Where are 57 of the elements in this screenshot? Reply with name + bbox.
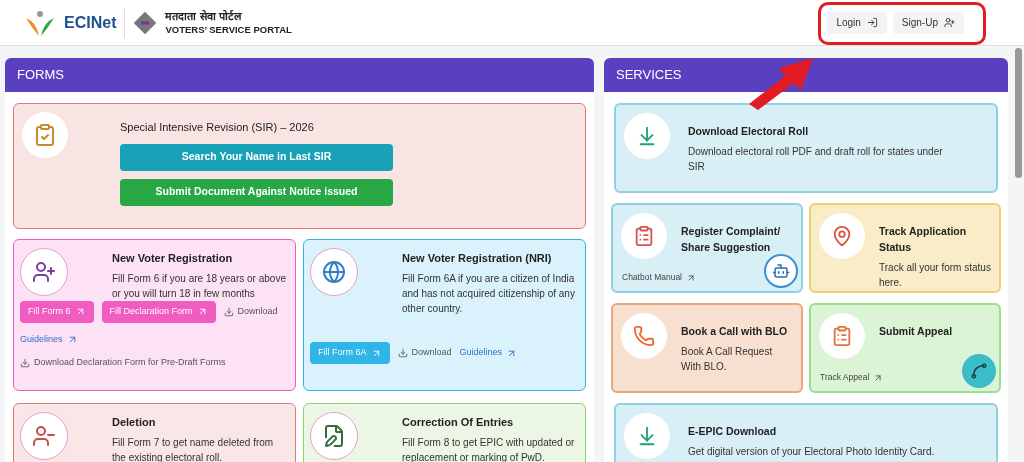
service-card[interactable]: Download Electoral Roll Download electoral roll PDF and draft roll for states under SIR xyxy=(614,103,998,193)
globe-icon xyxy=(322,260,346,284)
service-card[interactable]: Book a Call with BLO Book A Call Request With BLO. xyxy=(611,303,803,393)
panel-header: SERVICES xyxy=(604,58,1008,92)
guidelines-link[interactable]: Guidelines xyxy=(459,346,518,360)
card-title: Register Complaint/ Share Suggestion xyxy=(681,224,782,255)
card-title: Book a Call with BLO xyxy=(681,324,789,339)
download-icon xyxy=(397,348,408,358)
add-user-icon xyxy=(944,17,955,28)
card-description: Download electoral roll PDF and draft roll for states under SIR xyxy=(688,145,944,174)
card-title: New Voter Registration (NRI) xyxy=(402,251,553,266)
card-description: Fill Form 6 if you are 18 years or above or you will turn 18 in few months xyxy=(112,271,287,301)
card-link[interactable]: Chatbot Manual xyxy=(622,271,696,284)
service-card[interactable]: E-EPIC Download Get digital version of your Electoral Photo Identity Card. xyxy=(614,403,998,462)
download-link[interactable]: Download xyxy=(223,304,278,319)
file-edit-icon xyxy=(322,424,346,448)
login-button[interactable]: Login xyxy=(827,11,887,34)
card-title: Download Electoral Roll xyxy=(688,124,810,139)
download-icon xyxy=(20,357,30,368)
card-description: Book A Call Request With BLO. xyxy=(681,345,774,374)
service-card[interactable]: Submit Appeal Track Appeal xyxy=(809,303,1001,393)
external-link-icon xyxy=(686,272,696,283)
sign-up-button[interactable]: Sign-Up xyxy=(892,11,964,34)
panel-header: FORMS xyxy=(5,58,594,92)
portal-title-hindi: मतदाता सेवा पोर्टल xyxy=(165,8,243,23)
guidelines-link[interactable]: Guidelines xyxy=(20,332,78,346)
robot-icon xyxy=(772,262,790,280)
service-card[interactable]: Track Application Status Track all your form status here. xyxy=(809,203,1001,293)
card-description: Fill Form 6A if you are a citizen of India and has not acquired citizenship of any other country. xyxy=(402,271,576,316)
card-description: Get digital version of your Electoral Photo Identity Card. xyxy=(688,445,935,459)
card-title: Track Application Status xyxy=(879,224,968,255)
external-link-icon xyxy=(873,372,884,383)
download-link[interactable]: Download Declaration Form for Pre-Draft Forms xyxy=(20,356,226,370)
card-title: Submit Appeal xyxy=(879,324,953,339)
person-add-icon xyxy=(32,260,56,284)
map-pin-icon xyxy=(831,225,853,247)
download-icon xyxy=(223,306,234,317)
clipboard-check-icon xyxy=(33,123,57,147)
card-description: Fill Form 7 to get name deleted from the existing electoral roll. xyxy=(112,435,275,462)
service-card[interactable]: Register Complaint/ Share Suggestion Chatbot Manual xyxy=(611,203,803,293)
login-icon xyxy=(866,17,878,28)
card-title: Deletion xyxy=(112,415,157,430)
card-description: Track all your form status here. xyxy=(879,261,991,290)
card-title: Correction Of Entries xyxy=(402,415,515,430)
sir-title: Special Intensive Revision (SIR) – 2026 xyxy=(120,120,315,135)
card-title: New Voter Registration xyxy=(112,251,234,266)
clipboard-icon xyxy=(831,325,853,347)
logo-text: ECINet xyxy=(64,12,117,33)
portal-title: VOTERS’ SERVICE PORTAL xyxy=(165,22,292,37)
route-badge-icon xyxy=(962,354,996,388)
phone-icon xyxy=(633,325,655,347)
clipboard-icon xyxy=(633,225,655,247)
card-description: Fill Form 8 to get EPIC with updated or replacement or marking of PwD. xyxy=(402,435,576,462)
download-link[interactable]: Download xyxy=(397,346,452,360)
card-title: E-EPIC Download xyxy=(688,424,778,439)
card-link[interactable]: Track Appeal xyxy=(820,371,884,384)
person-remove-icon xyxy=(32,424,56,448)
